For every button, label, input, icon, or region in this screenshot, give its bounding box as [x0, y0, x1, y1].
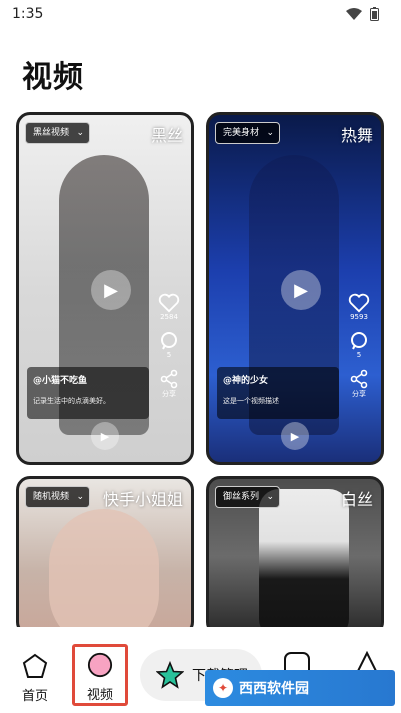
- share-icon: [350, 369, 368, 389]
- watermark-logo-icon: ✦: [213, 678, 233, 698]
- nav-video-label: 视频: [86, 688, 113, 703]
- comment-icon: [351, 332, 367, 350]
- side-actions: 2584 5 分享: [155, 293, 183, 407]
- category-label: 随机视频: [33, 492, 70, 502]
- card-title: 快手小姐姐: [102, 490, 183, 509]
- video-card[interactable]: 御丝系列 ⌄ 白丝: [206, 476, 384, 636]
- watermark-text: 西西软件园: [239, 681, 309, 697]
- chevron-down-icon: ⌄: [266, 128, 275, 138]
- like-count: 2584: [160, 313, 178, 321]
- side-actions: 9593 5 分享: [345, 293, 373, 407]
- comment-action[interactable]: 5: [159, 331, 179, 359]
- status-time: 1:35: [12, 6, 44, 22]
- share-action[interactable]: 分享: [159, 369, 179, 399]
- heart-icon: [158, 293, 180, 313]
- comment-count: 5: [166, 351, 172, 359]
- category-dropdown[interactable]: 黑丝视频 ⌄: [25, 122, 91, 144]
- wifi-icon: [346, 8, 362, 20]
- play-icon[interactable]: ▶: [91, 270, 131, 310]
- page-title: 视频: [22, 60, 84, 95]
- battery-icon: [370, 7, 379, 21]
- category-label: 御丝系列: [223, 492, 260, 502]
- like-action[interactable]: 2584: [158, 293, 180, 321]
- card-title: 白丝: [340, 490, 373, 509]
- video-description: 记录生活中的点滴美好。: [33, 397, 110, 405]
- share-action[interactable]: 分享: [349, 369, 369, 399]
- play-small-icon[interactable]: ▶: [91, 422, 119, 450]
- card-title: 热舞: [340, 126, 373, 145]
- comment-count: 5: [356, 351, 362, 359]
- video-card[interactable]: 随机视频 ⌄ 快手小姐姐: [16, 476, 194, 636]
- comment-icon: [161, 332, 177, 350]
- category-label: 黑丝视频: [33, 128, 70, 138]
- chevron-down-icon: ⌄: [76, 128, 85, 138]
- video-description: 这是一个视频描述: [223, 397, 279, 405]
- share-label: 分享: [162, 390, 176, 398]
- category-dropdown[interactable]: 随机视频 ⌄: [25, 486, 91, 508]
- video-card[interactable]: 黑丝视频 ⌄ 黑丝 ▶ 2584 5 分享 @小猫不吃鱼 记录生活中的点滴美好。…: [16, 112, 194, 465]
- chevron-down-icon: ⌄: [266, 492, 275, 502]
- chevron-down-icon: ⌄: [76, 492, 85, 502]
- pentagon-icon: [22, 653, 48, 678]
- category-label: 完美身材: [223, 128, 260, 138]
- nav-video[interactable]: 视频: [72, 644, 128, 706]
- card-title: 黑丝: [150, 126, 183, 145]
- author-name[interactable]: @小猫不吃鱼: [33, 373, 143, 386]
- like-action[interactable]: 9593: [348, 293, 370, 321]
- nav-home[interactable]: 首页: [18, 653, 52, 704]
- play-icon[interactable]: ▶: [281, 270, 321, 310]
- status-bar: 1:35: [0, 0, 401, 28]
- video-card[interactable]: 完美身材 ⌄ 热舞 ▶ 9593 5 分享 @神的少女 这是一个视频描述 ▶: [206, 112, 384, 465]
- watermark-banner: ✦ 西西软件园: [205, 670, 395, 706]
- heart-icon: [348, 293, 370, 313]
- status-icons: [346, 7, 379, 21]
- video-thumbnail: [49, 509, 159, 633]
- video-info: @神的少女 这是一个视频描述: [217, 367, 339, 419]
- video-info: @小猫不吃鱼 记录生活中的点滴美好。: [27, 367, 149, 419]
- circle-icon: [87, 652, 113, 678]
- play-small-icon[interactable]: ▶: [281, 422, 309, 450]
- video-thumbnail: [259, 489, 349, 633]
- share-label: 分享: [352, 390, 366, 398]
- nav-home-label: 首页: [21, 689, 48, 704]
- category-dropdown[interactable]: 完美身材 ⌄: [215, 122, 281, 144]
- star-icon: [156, 661, 184, 689]
- category-dropdown[interactable]: 御丝系列 ⌄: [215, 486, 281, 508]
- share-icon: [160, 369, 178, 389]
- author-name[interactable]: @神的少女: [223, 373, 333, 386]
- like-count: 9593: [350, 313, 368, 321]
- comment-action[interactable]: 5: [349, 331, 369, 359]
